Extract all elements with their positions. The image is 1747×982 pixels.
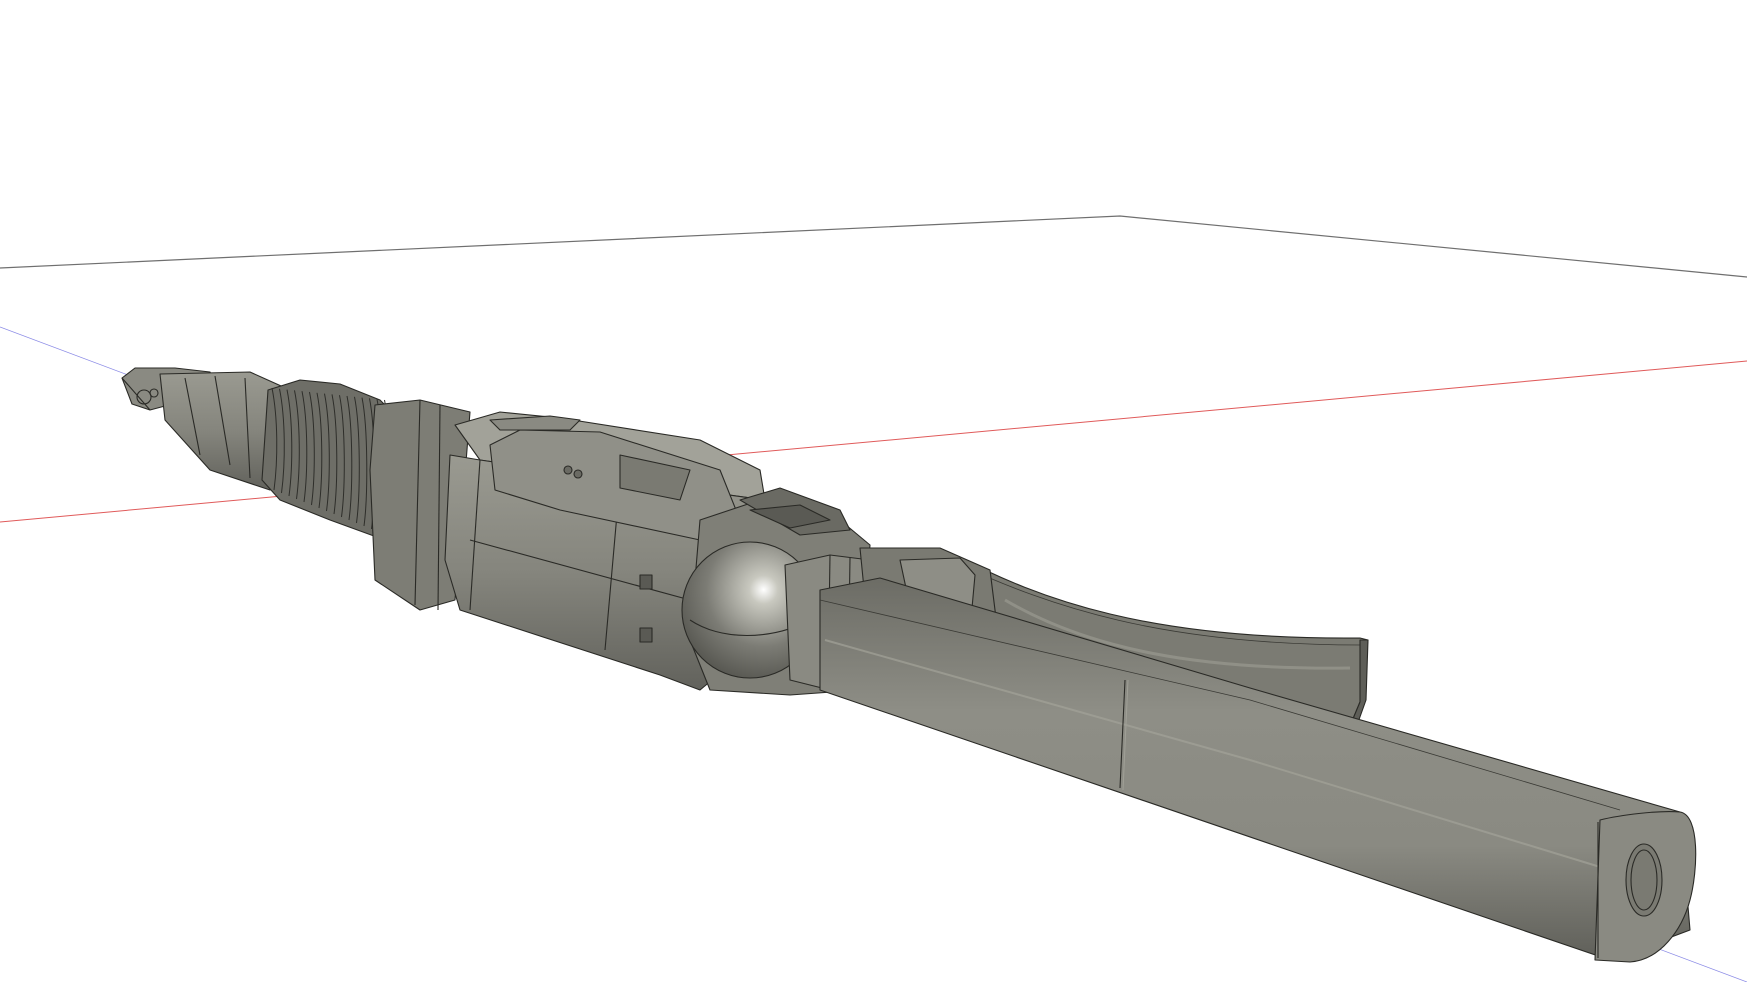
grid-back-edge — [0, 215, 1747, 278]
ground-grid — [0, 216, 1747, 278]
viewport-canvas[interactable] — [0, 0, 1747, 982]
3d-viewport[interactable] — [0, 0, 1747, 982]
3d-model[interactable] — [121, 367, 1697, 963]
